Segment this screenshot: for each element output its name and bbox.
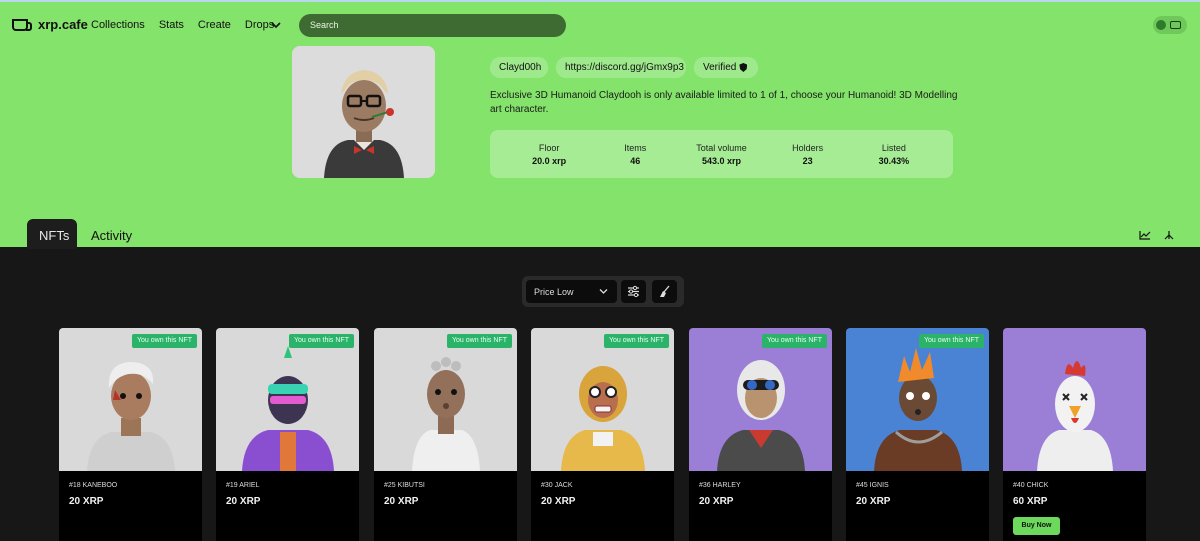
nav-collections[interactable]: Collections: [91, 19, 145, 31]
nft-card[interactable]: You own this NFT #19 ARIEL 20 XRP: [216, 328, 359, 541]
nft-price: 20 XRP: [541, 496, 576, 507]
stat-holders: Holders 23: [778, 130, 838, 178]
coffee-cup-icon: [12, 18, 32, 31]
stat-label: Holders: [792, 143, 824, 153]
stat-items: Items 46: [605, 130, 665, 178]
stat-total-volume: Total volume 543.0 xrp: [691, 130, 751, 178]
verified-label: Verified: [703, 62, 737, 73]
nft-image: You own this NFT: [374, 328, 517, 471]
tab-nfts[interactable]: NFTs: [27, 219, 77, 249]
nft-image: [1003, 328, 1146, 471]
stat-value: 20.0 xrp: [532, 156, 567, 166]
owned-badge: You own this NFT: [604, 334, 669, 348]
stat-value: 23: [802, 156, 813, 166]
verified-badge: Verified: [694, 57, 758, 78]
nft-card[interactable]: You own this NFT #36 HARLEY 20 XRP: [689, 328, 832, 541]
filter-toolbar: Price Low: [522, 276, 684, 307]
buy-now-button[interactable]: Buy Now: [1013, 517, 1060, 535]
stat-label: Items: [624, 143, 647, 153]
owned-badge: You own this NFT: [132, 334, 197, 348]
nft-card[interactable]: #40 CHICK 60 XRP Buy Now: [1003, 328, 1146, 541]
nft-price: 20 XRP: [69, 496, 104, 507]
nft-card[interactable]: You own this NFT #25 KIBUTSI 20 XRP: [374, 328, 517, 541]
wallet-icon: [1170, 21, 1181, 29]
site-logo-text: xrp.cafe: [38, 17, 88, 32]
owned-badge: You own this NFT: [447, 334, 512, 348]
collection-avatar: [292, 46, 435, 178]
nft-image: You own this NFT: [689, 328, 832, 471]
nft-card[interactable]: You own this NFT #18 KANEBOO 20 XRP: [59, 328, 202, 541]
nft-image: You own this NFT: [846, 328, 989, 471]
nft-name: #25 KIBUTSI: [384, 482, 425, 489]
nft-price: 20 XRP: [856, 496, 891, 507]
nft-image: You own this NFT: [59, 328, 202, 471]
broom-icon: [660, 285, 670, 297]
nft-name: #40 CHICK: [1013, 482, 1049, 489]
search-input[interactable]: Search: [299, 14, 566, 37]
collection-tabs: NFTs Activity: [27, 219, 144, 249]
collection-description: Exclusive 3D Humanoid Claydooh is only a…: [490, 90, 958, 115]
nft-price: 20 XRP: [226, 496, 261, 507]
nav-create[interactable]: Create: [198, 19, 231, 31]
nft-name: #19 ARIEL: [226, 482, 260, 489]
stat-label: Floor: [538, 143, 560, 153]
stat-label: Listed: [881, 143, 906, 153]
nav-stats[interactable]: Stats: [159, 19, 184, 31]
stat-value: 30.43%: [878, 156, 910, 166]
clear-filters-button[interactable]: [652, 280, 677, 303]
chevron-down-icon[interactable]: [270, 19, 282, 31]
nft-price: 20 XRP: [384, 496, 419, 507]
main-nav: Collections Stats Create Drops: [91, 19, 274, 31]
creator-chip[interactable]: Clayd00h: [490, 57, 548, 78]
shield-check-icon: [739, 63, 748, 72]
wallet-button[interactable]: [1153, 16, 1187, 34]
nft-name: #18 KANEBOO: [69, 482, 118, 489]
line-chart-icon[interactable]: [1139, 230, 1151, 240]
stat-value: 46: [630, 156, 641, 166]
tab-activity[interactable]: Activity: [79, 219, 144, 249]
collection-header: xrp.cafe Collections Stats Create Drops …: [0, 0, 1200, 249]
collection-links: Clayd00h https://discord.gg/jGmx9p3 Veri…: [490, 57, 758, 78]
collection-stats: Floor 20.0 xrp Items 46 Total volume 543…: [490, 130, 953, 178]
stat-label: Total volume: [696, 143, 747, 153]
sort-select[interactable]: Price Low: [526, 280, 617, 303]
stat-value: 543.0 xrp: [701, 156, 741, 166]
sliders-icon: [628, 285, 639, 298]
nft-image: You own this NFT: [531, 328, 674, 471]
network-icon[interactable]: [1163, 230, 1175, 240]
nft-name: #45 IGNIS: [856, 482, 889, 489]
stat-listed: Listed 30.43%: [864, 130, 924, 178]
nft-price: 20 XRP: [699, 496, 734, 507]
owned-badge: You own this NFT: [919, 334, 984, 348]
owned-badge: You own this NFT: [762, 334, 827, 348]
discord-link[interactable]: https://discord.gg/jGmx9p3: [556, 57, 686, 78]
nft-name: #30 JACK: [541, 482, 573, 489]
nft-image: You own this NFT: [216, 328, 359, 471]
chevron-down-icon: [599, 289, 608, 294]
owned-badge: You own this NFT: [289, 334, 354, 348]
stat-floor: Floor 20.0 xrp: [519, 130, 579, 178]
nft-card[interactable]: You own this NFT #45 IGNIS 20 XRP: [846, 328, 989, 541]
nft-card[interactable]: You own this NFT #30 JACK 20 XRP: [531, 328, 674, 541]
site-logo[interactable]: xrp.cafe: [12, 17, 88, 32]
nft-name: #36 HARLEY: [699, 482, 741, 489]
nft-price: 60 XRP: [1013, 496, 1048, 507]
status-dot-icon: [1156, 20, 1166, 30]
filters-button[interactable]: [621, 280, 646, 303]
sort-select-value: Price Low: [534, 287, 574, 297]
